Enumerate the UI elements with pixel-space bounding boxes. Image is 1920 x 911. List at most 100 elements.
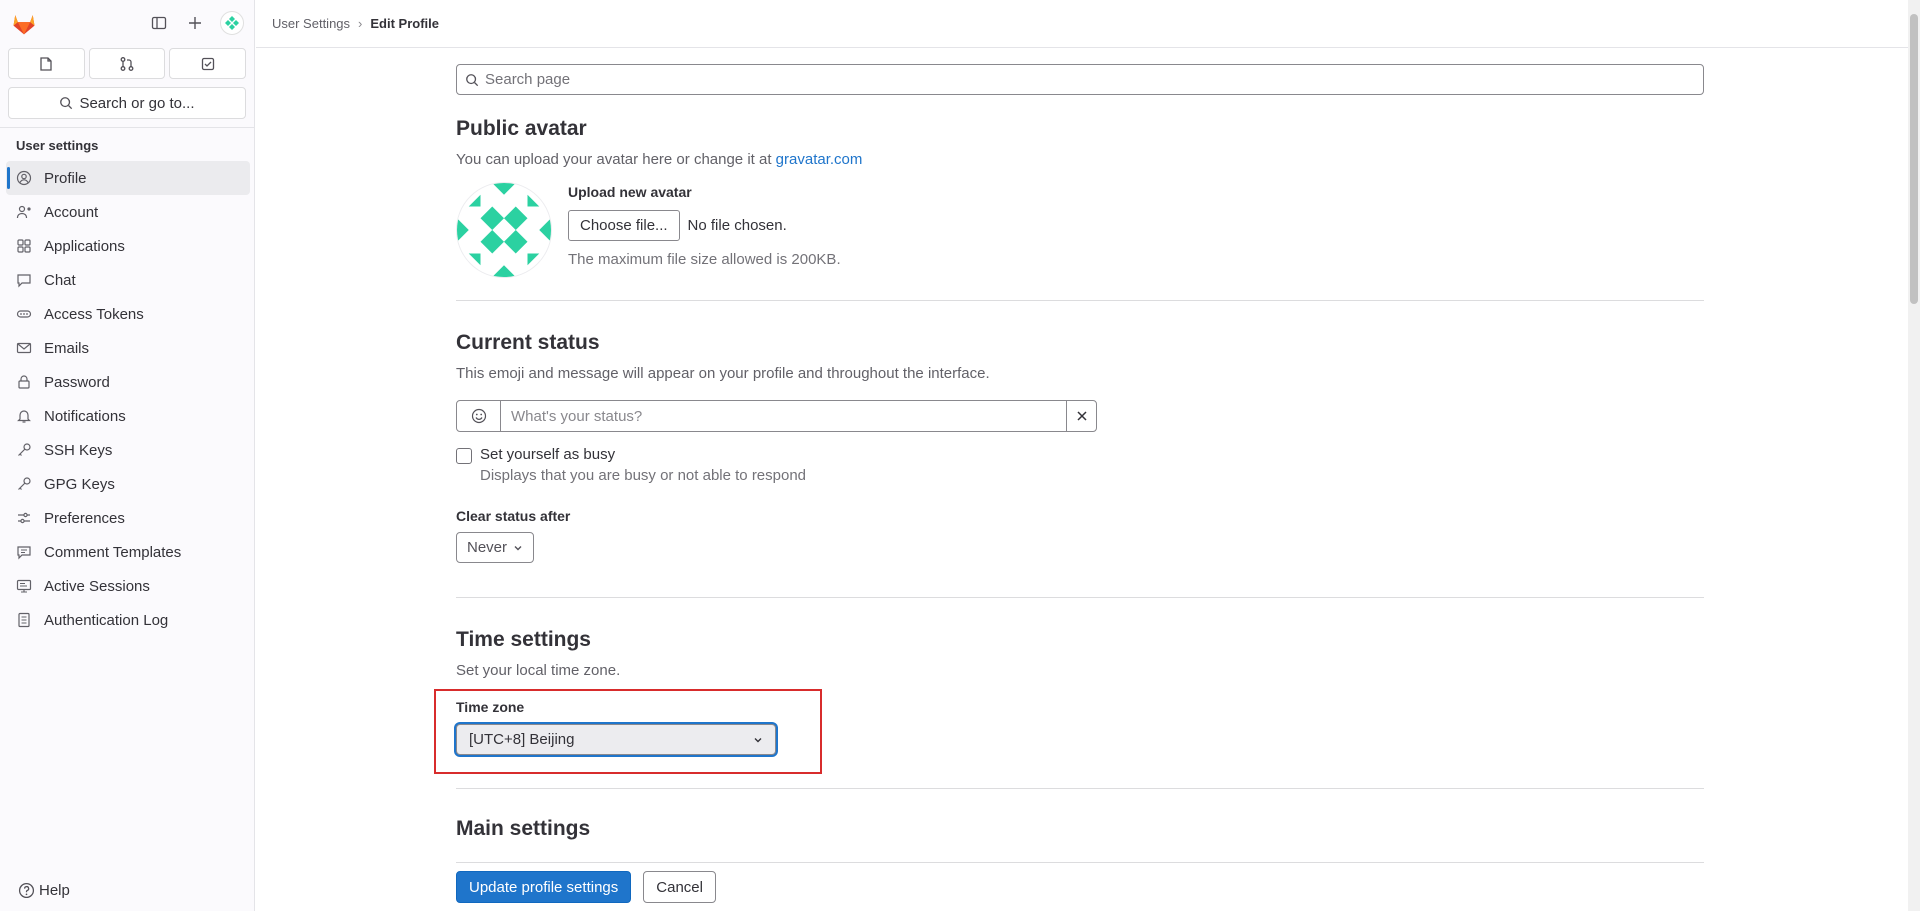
sidebar-item-account[interactable]: Account (6, 195, 250, 229)
breadcrumb-current[interactable]: Edit Profile (370, 16, 439, 31)
search-page-placeholder: Search page (485, 71, 571, 88)
sidebar-item-profile[interactable]: Profile (6, 161, 250, 195)
chevron-down-icon (514, 545, 522, 550)
clear-status-dropdown[interactable]: Never (456, 532, 535, 563)
profile-avatar-image (456, 182, 552, 278)
sidebar-item-label: Profile (44, 169, 87, 187)
user-avatar[interactable] (220, 11, 244, 35)
no-file-text: No file chosen. (687, 217, 787, 234)
status-section-title: Current status (456, 331, 600, 354)
sidebar-item-label: Preferences (44, 509, 125, 527)
todo-icon (201, 57, 214, 70)
busy-label: Set yourself as busy (480, 446, 616, 463)
sidebar-toggle-icon[interactable] (148, 12, 170, 34)
busy-checkbox[interactable] (456, 448, 472, 464)
help-button[interactable]: Help (18, 882, 70, 899)
breadcrumb-parent[interactable]: User Settings (272, 16, 350, 31)
sidebar-item-access-tokens[interactable]: Access Tokens (6, 297, 250, 331)
sidebar-item-preferences[interactable]: Preferences (6, 501, 250, 535)
issues-icon (40, 56, 52, 71)
avatar-size-hint: The maximum file size allowed is 200KB. (568, 251, 841, 268)
sidebar-item-chat[interactable]: Chat (6, 263, 250, 297)
sidebar-item-emails[interactable]: Emails (6, 331, 250, 365)
sidebar-item-comment-templates[interactable]: Comment Templates (6, 535, 250, 569)
sidebar-item-password[interactable]: Password (6, 365, 250, 399)
key-icon (16, 442, 32, 458)
update-profile-button[interactable]: Update profile settings (456, 871, 632, 903)
gravatar-link[interactable]: gravatar.com (776, 151, 863, 168)
sidebar-header (0, 0, 254, 46)
bell-icon (16, 408, 32, 424)
avatar-upload: Upload new avatar Choose file... No file… (568, 184, 841, 278)
main-content: Search page Public avatar You can upload… (434, 64, 1704, 841)
mail-icon (16, 340, 32, 356)
help-icon (18, 882, 35, 899)
sidebar-item-label: Account (44, 203, 99, 221)
cancel-button[interactable]: Cancel (643, 871, 716, 903)
applications-icon (16, 238, 32, 254)
time-section-title: Time settings (456, 628, 591, 651)
clear-status-button[interactable] (1066, 400, 1097, 432)
sidebar-item-label: Comment Templates (44, 543, 182, 561)
account-icon (16, 204, 32, 220)
sidebar-item-ssh-keys[interactable]: SSH Keys (6, 433, 250, 467)
comment-icon (16, 544, 32, 560)
sidebar-item-label: Access Tokens (44, 305, 144, 323)
section-divider (456, 300, 1704, 301)
search-page-input[interactable]: Search page (456, 64, 1704, 95)
choose-file-button[interactable]: Choose file... (568, 210, 680, 241)
sidebar-item-notifications[interactable]: Notifications (6, 399, 250, 433)
plus-icon[interactable] (184, 12, 206, 34)
avatar-row: Upload new avatar Choose file... No file… (456, 182, 1704, 278)
help-label: Help (39, 882, 70, 899)
merge-request-icon (120, 56, 134, 71)
sidebar-item-label: GPG Keys (44, 475, 115, 493)
status-input-group: What's your status? (456, 400, 1097, 432)
status-message-input[interactable]: What's your status? (501, 400, 1066, 432)
merge-requests-button[interactable] (88, 48, 166, 79)
search-or-go-button[interactable]: Search or go to... (8, 87, 246, 119)
sidebar-item-label: Notifications (44, 407, 126, 425)
issues-button[interactable] (8, 48, 85, 79)
section-divider (456, 788, 1704, 789)
sidebar-item-authentication-log[interactable]: Authentication Log (6, 603, 250, 637)
main-settings-title: Main settings (456, 817, 591, 840)
todos-button[interactable] (169, 48, 247, 79)
sidebar-item-label: Chat (44, 271, 76, 289)
clear-status-label: Clear status after (456, 508, 571, 524)
sidebar-item-label: Applications (44, 237, 125, 255)
sidebar-item-applications[interactable]: Applications (6, 229, 250, 263)
clear-status-value: Never (467, 539, 508, 556)
page-scrollbar[interactable] (1908, 0, 1920, 911)
busy-option: Set yourself as busy Displays that you a… (456, 446, 1704, 484)
sidebar-item-active-sessions[interactable]: Active Sessions (6, 569, 250, 603)
busy-text: Set yourself as busy Displays that you a… (480, 446, 806, 484)
upload-avatar-title: Upload new avatar (568, 184, 692, 200)
log-icon (16, 612, 32, 628)
gitlab-logo-icon[interactable] (10, 9, 38, 37)
smiley-icon (471, 408, 486, 424)
profile-icon (16, 170, 32, 186)
scrollbar-thumb[interactable] (1910, 14, 1918, 304)
monitor-icon (16, 578, 32, 594)
avatar-desc-text: You can upload your avatar here or chang… (456, 151, 776, 168)
sidebar-item-gpg-keys[interactable]: GPG Keys (6, 467, 250, 501)
file-row: Choose file... No file chosen. (568, 210, 841, 241)
breadcrumb: User Settings › Edit Profile (256, 0, 1920, 48)
busy-help: Displays that you are busy or not able t… (480, 467, 807, 484)
timezone-highlight-box (434, 689, 822, 774)
quick-actions (0, 48, 254, 79)
search-icon (466, 73, 479, 86)
emoji-picker-button[interactable] (456, 400, 501, 432)
close-icon (1076, 411, 1087, 421)
search-or-go-label: Search or go to... (79, 94, 195, 112)
avatar-description: You can upload your avatar here or chang… (456, 151, 1704, 168)
avatar-section-title: Public avatar (456, 117, 587, 140)
sidebar: Search or go to... User settings Profile… (0, 0, 255, 911)
sidebar-section-title: User settings (16, 138, 99, 153)
chat-icon (16, 272, 32, 288)
sidebar-item-label: SSH Keys (44, 441, 113, 459)
status-description: This emoji and message will appear on yo… (456, 365, 990, 382)
lock-icon (16, 374, 32, 390)
sidebar-item-label: Password (44, 373, 110, 391)
